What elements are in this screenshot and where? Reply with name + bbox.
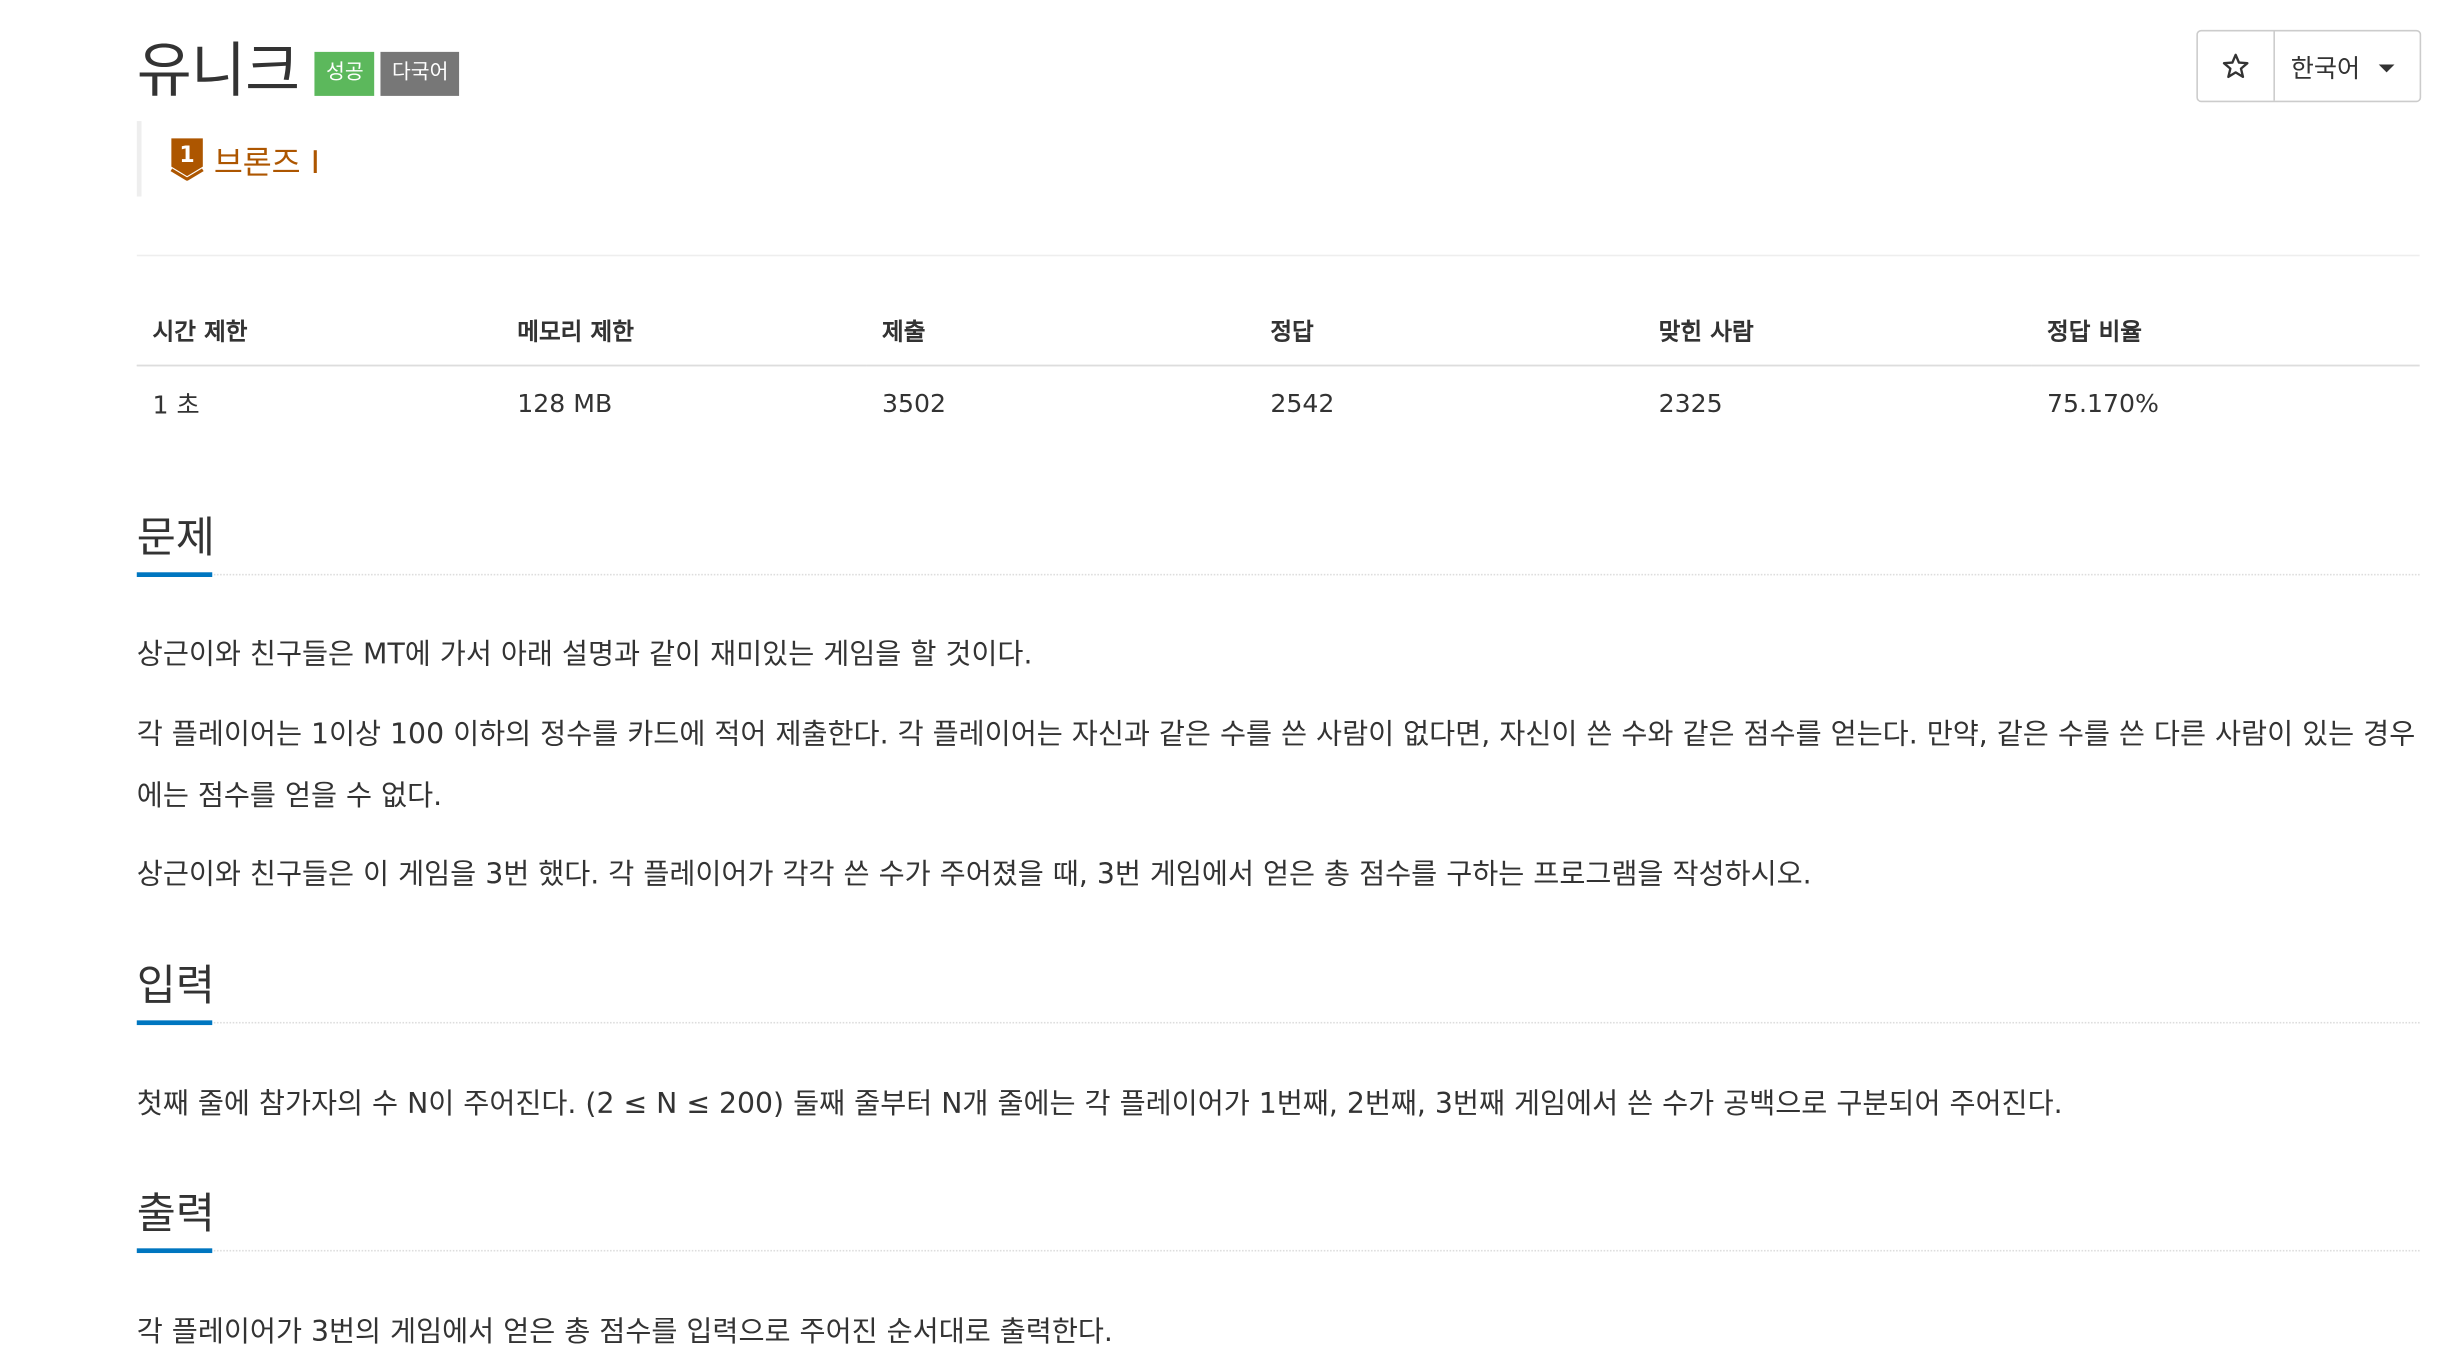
section-divider [136, 573, 2420, 576]
language-dropdown[interactable]: 한국어 [2275, 31, 2420, 100]
value-accept-ratio: 75.170% [2047, 387, 2159, 418]
problem-paragraph: 각 플레이어는 1이상 100 이하의 정수를 카드에 적어 제출한다. 각 플… [136, 718, 2416, 813]
problem-paragraph: 상근이와 친구들은 이 게임을 3번 했다. 각 플레이어가 각각 쓴 수가 주… [136, 858, 1812, 892]
value-solved-users[interactable]: 2325 [1643, 366, 2031, 439]
input-paragraph: 첫째 줄에 참가자의 수 N이 주어진다. (2 ≤ N ≤ 200) 둘째 줄… [136, 1087, 2063, 1121]
header-button-group: 한국어 [2196, 29, 2422, 103]
section-title: 출력 [136, 1190, 215, 1239]
language-dropdown-label: 한국어 [2290, 53, 2361, 84]
header-submissions: 제출 [866, 295, 1255, 367]
section-accent-bar [136, 1248, 213, 1254]
section-divider [136, 1021, 2420, 1024]
success-badge: 성공 [315, 51, 375, 96]
value-memory-limit: 128 MB [517, 387, 613, 418]
section-title: 문제 [136, 514, 215, 563]
multilang-badge[interactable]: 다국어 [380, 51, 460, 96]
favorite-button[interactable] [2198, 31, 2275, 101]
problem-page: 유니크 성공 다국어 1 브론즈 I 한국어 시간 제한 메모리 제한 제출 정… [0, 0, 2462, 1360]
section-accent-bar [136, 1020, 213, 1026]
tier-number: 1 [179, 143, 194, 168]
section-input-header: 입력 [136, 951, 2420, 1026]
tier-label[interactable]: 브론즈 I [214, 136, 320, 182]
section-problem-header: 문제 [136, 503, 2420, 577]
info-header-row: 시간 제한 메모리 제한 제출 정답 맞힌 사람 정답 비율 [136, 295, 2420, 367]
header-solved-users: 맞힌 사람 [1642, 295, 2032, 367]
problem-title: 유니크 [136, 35, 300, 105]
divider [136, 254, 2420, 257]
info-value-row: 1 초 128 MB 3502 2542 2325 75.170% [137, 366, 2420, 439]
header-memory-limit: 메모리 제한 [501, 295, 867, 367]
section-output-header: 출력 [136, 1179, 2420, 1254]
star-outline-icon [2222, 53, 2249, 79]
section-accent-bar [136, 572, 213, 577]
value-submissions[interactable]: 3502 [866, 366, 1254, 439]
problem-paragraph: 상근이와 친구들은 MT에 가서 아래 설명과 같이 재미있는 게임을 할 것이… [136, 638, 1033, 672]
problem-info-table: 시간 제한 메모리 제한 제출 정답 맞힌 사람 정답 비율 1 초 128 M… [136, 295, 2420, 439]
section-divider [136, 1249, 2420, 1252]
caret-down-icon [2379, 64, 2395, 73]
header-accepted: 정답 [1254, 295, 1643, 367]
bronze-tier-icon: 1 [170, 138, 204, 181]
value-time-limit: 1 초 [152, 389, 200, 420]
value-accepted[interactable]: 2542 [1255, 366, 1643, 439]
header-time-limit: 시간 제한 [136, 295, 502, 367]
tier-box: 1 브론즈 I [136, 121, 320, 197]
section-title: 입력 [136, 962, 215, 1011]
header-accept-ratio: 정답 비율 [2031, 295, 2420, 367]
title-row: 유니크 성공 다국어 [137, 25, 460, 105]
output-paragraph: 각 플레이어가 3번의 게임에서 얻은 총 점수를 입력으로 주어진 순서대로 … [136, 1315, 1113, 1349]
